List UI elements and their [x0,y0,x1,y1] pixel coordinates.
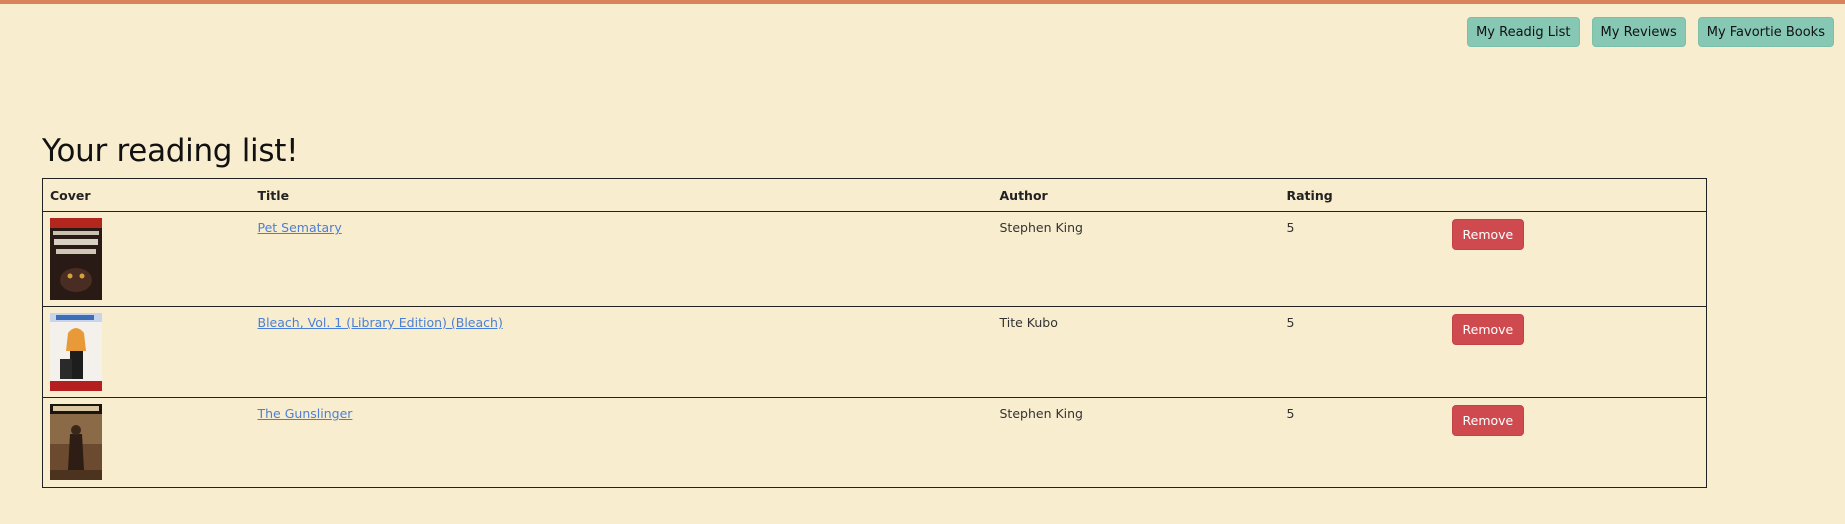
pet-sematary-cover-image [50,218,102,300]
reading-list-button[interactable]: My Readig List [1467,17,1580,47]
remove-button[interactable]: Remove [1451,314,1525,345]
top-accent-strip [0,0,1845,4]
book-title-link[interactable]: Bleach, Vol. 1 (Library Edition) (Bleach… [258,315,503,330]
cover-header: Cover [42,178,251,212]
book-rating: 5 [1279,306,1445,398]
reviews-button[interactable]: My Reviews [1591,17,1686,47]
reading-list-table: Cover Title Author Rating Pet Sematary S… [42,178,1707,488]
title-header: Title [250,178,993,212]
author-header: Author [992,178,1280,212]
rating-header: Rating [1279,178,1445,212]
remove-button[interactable]: Remove [1451,219,1525,250]
top-nav: My Readig List My Reviews My Favortie Bo… [1467,17,1834,47]
book-title-link[interactable]: The Gunslinger [258,406,353,421]
page-title: Your reading list! [42,133,299,169]
gunslinger-cover-image [50,404,102,480]
book-rating: 5 [1279,211,1445,307]
action-header [1444,178,1707,212]
favorite-books-button[interactable]: My Favortie Books [1697,17,1834,47]
table-row: The Gunslinger Stephen King 5 Remove [42,397,1707,488]
table-row: Pet Sematary Stephen King 5 Remove [42,211,1707,307]
book-author: Stephen King [992,397,1280,488]
table-header-row: Cover Title Author Rating [42,178,1707,212]
book-author: Stephen King [992,211,1280,307]
remove-button[interactable]: Remove [1451,405,1525,436]
book-rating: 5 [1279,397,1445,488]
bleach-cover-image [50,313,102,391]
table-row: Bleach, Vol. 1 (Library Edition) (Bleach… [42,306,1707,398]
book-title-link[interactable]: Pet Sematary [258,220,342,235]
book-author: Tite Kubo [992,306,1280,398]
